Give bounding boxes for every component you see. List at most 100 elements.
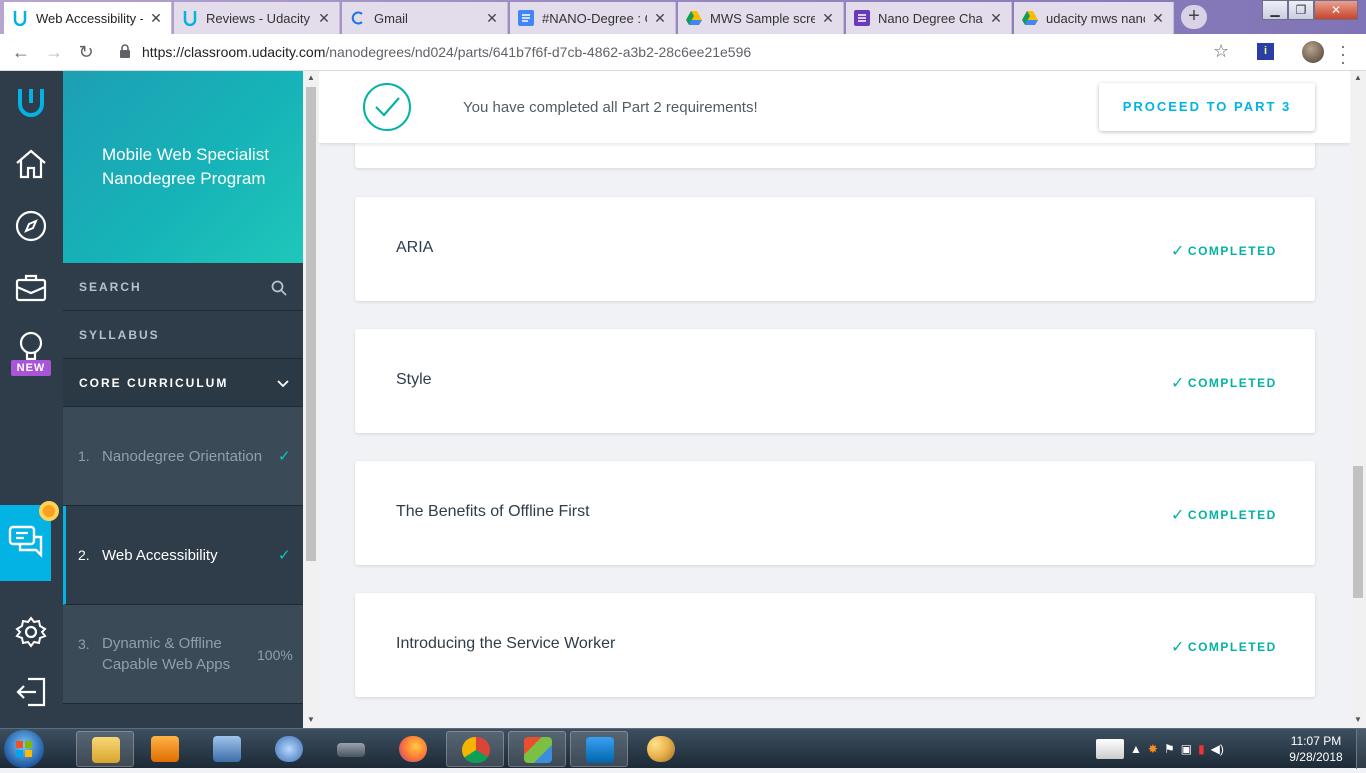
concept-card-service-worker[interactable]: Introducing the Service Worker ✓ COMPLETE… [355,593,1315,697]
page-scrollbar[interactable]: ▲ ▼ [1350,71,1366,728]
scroll-up-arrow[interactable]: ▲ [1354,73,1362,82]
maximize-button[interactable]: ❐ [1288,0,1314,20]
taskbar-explorer[interactable] [76,731,134,767]
folder-icon [92,737,120,763]
completed-status: ✓ COMPLETED [1171,373,1277,393]
loading-icon [350,10,366,26]
home-icon[interactable] [14,147,48,181]
forward-button[interactable]: → [43,42,65,64]
gear-icon[interactable] [14,615,48,649]
search-row[interactable]: SEARCH [63,263,303,311]
taskbar-media-player[interactable] [136,731,194,767]
concept-title: Introducing the Service Worker [396,635,616,652]
system-clock[interactable]: 11:07 PM 9/28/2018 [1284,733,1348,765]
concept-card-style[interactable]: Style ✓ COMPLETED [355,329,1315,433]
network-icon[interactable]: ▣ [1181,742,1192,756]
tab-reviews[interactable]: Reviews - Udacity ✕ [174,2,340,34]
core-curriculum-label: CORE CURRICULUM [79,376,229,390]
pen-tablet-icon[interactable] [1096,739,1124,759]
taskbar-paint[interactable] [632,731,690,767]
taskbar-fingerprint[interactable] [260,731,318,767]
taskbar-keyboard[interactable] [198,731,256,767]
page-scrollbar-thumb[interactable] [1353,466,1363,598]
tab-mws-sample[interactable]: MWS Sample scree ✕ [678,2,844,34]
tab-label: #NANO-Degree : C [542,10,647,26]
clock-time: 11:07 PM [1290,734,1342,748]
tab-udacity-mws[interactable]: udacity mws nanod ✕ [1014,2,1174,34]
browser-menu-icon[interactable]: · · · [1340,37,1346,71]
taskbar-chrome[interactable] [446,731,504,767]
tab-nano-degree-doc[interactable]: #NANO-Degree : C ✕ [510,2,676,34]
window-close-button[interactable]: ✕ [1314,0,1358,20]
power-icon[interactable]: ▮ [1198,742,1205,756]
bookmark-star-icon[interactable]: ☆ [1213,41,1229,62]
concept-card-offline-first[interactable]: The Benefits of Offline First ✓ COMPLETED [355,461,1315,565]
reload-button[interactable]: ↻ [75,42,97,64]
syllabus-row[interactable]: SYLLABUS [63,311,303,359]
program-hero: Mobile Web Specialist Nanodegree Program [63,71,303,263]
docs-icon [518,10,534,26]
extension-icon[interactable]: i [1257,43,1274,60]
keyboard-icon [213,736,241,762]
close-icon[interactable]: ✕ [485,10,499,27]
completion-message: You have completed all Part 2 requiremen… [463,99,758,116]
back-button[interactable]: ← [10,42,32,64]
panel-scrollbar[interactable]: ▲ ▼ [303,71,319,728]
completed-status: ✓ COMPLETED [1171,637,1277,657]
compass-icon[interactable] [14,209,48,243]
close-icon[interactable]: ✕ [317,10,331,27]
main-content: You have completed all Part 2 requiremen… [319,71,1350,728]
completed-status: ✓ COMPLETED [1171,241,1277,261]
action-center-icon[interactable]: ⚑ [1164,742,1175,756]
udacity-icon [12,10,28,26]
udacity-logo[interactable] [14,85,48,119]
search-icon[interactable] [271,280,287,296]
windows-logo-icon [16,741,32,757]
taskbar-firefox[interactable] [384,731,442,767]
lesson-item-web-accessibility[interactable]: 2. Web Accessibility ✓ [63,506,303,605]
forms-icon [854,10,870,26]
core-curriculum-row[interactable]: CORE CURRICULUM [63,359,303,407]
lesson-item-dynamic-offline[interactable]: 3. Dynamic & Offline Capable Web Apps 10… [63,605,303,704]
briefcase-icon[interactable] [14,271,48,305]
close-icon[interactable]: ✕ [1151,10,1165,27]
udacity-icon [182,10,198,26]
close-icon[interactable]: ✕ [149,10,163,27]
logout-icon[interactable] [14,675,48,709]
profile-avatar[interactable] [1302,41,1324,63]
lightbulb-icon[interactable] [14,329,48,363]
scroll-up-arrow[interactable]: ▲ [307,73,315,82]
lesson-item-nanodegree-orientation[interactable]: 1. Nanodegree Orientation ✓ [63,407,303,506]
url-field[interactable]: https://classroom.udacity.com/nanodegree… [142,44,751,60]
tray-app-icon[interactable]: ✸ [1148,742,1158,756]
address-bar: ← → ↻ https://classroom.udacity.com/nano… [0,34,1366,71]
panel-scrollbar-thumb[interactable] [306,87,316,561]
tab-nano-degree-challenge[interactable]: Nano Degree Chall ✕ [846,2,1012,34]
lesson-number: 3. [78,636,90,652]
close-icon[interactable]: ✕ [653,10,667,27]
git-icon [524,737,552,763]
tab-label: Gmail [374,10,408,26]
chevron-down-icon [277,380,289,388]
tab-gmail[interactable]: Gmail ✕ [342,2,508,34]
close-icon[interactable]: ✕ [821,10,835,27]
proceed-to-part-3-button[interactable]: PROCEED TO PART 3 [1099,83,1315,131]
volume-icon[interactable]: ◀) [1211,742,1224,756]
tab-label: udacity mws nanod [1046,10,1145,26]
show-desktop-button[interactable] [1356,729,1366,769]
scroll-down-arrow[interactable]: ▼ [1354,715,1362,724]
tab-web-accessibility[interactable]: Web Accessibility - ✕ [4,2,172,34]
taskbar-vscode[interactable] [570,731,628,767]
vscode-icon [586,737,614,763]
close-icon[interactable]: ✕ [989,10,1003,27]
show-hidden-icons-icon[interactable]: ▲ [1130,742,1142,756]
new-tab-button[interactable]: + [1181,5,1207,29]
drive-icon [686,10,702,26]
concept-card-aria[interactable]: ARIA ✓ COMPLETED [355,197,1315,301]
start-button[interactable] [4,730,44,768]
taskbar-scanner[interactable] [322,731,380,767]
minimize-button[interactable]: ▁ [1262,0,1288,20]
lesson-number: 1. [78,448,90,464]
taskbar-git[interactable] [508,731,566,767]
scroll-down-arrow[interactable]: ▼ [307,715,315,724]
